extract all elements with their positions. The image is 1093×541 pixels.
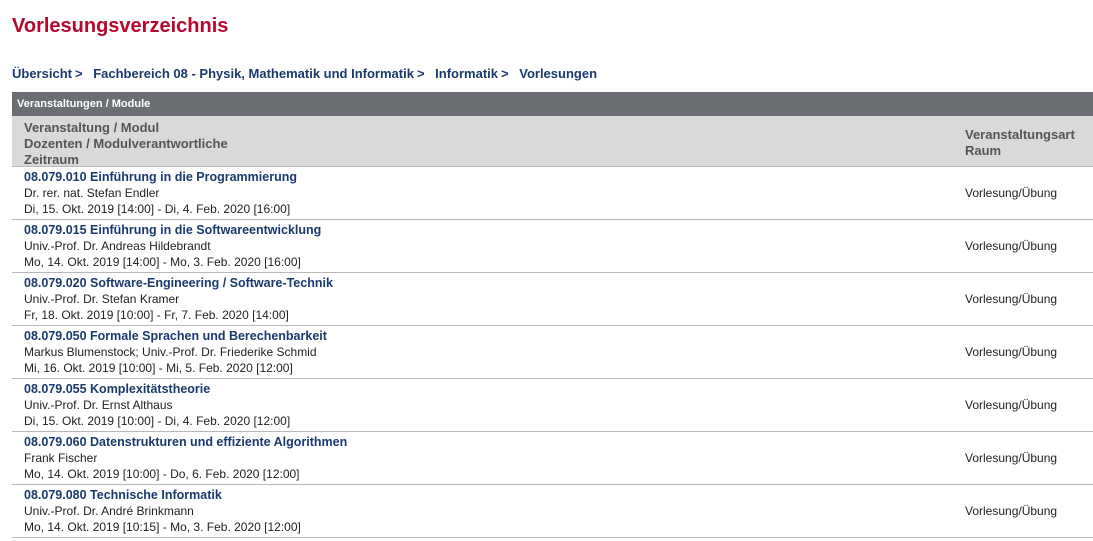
breadcrumb-separator: > — [501, 66, 509, 81]
course-lecturer: Univ.-Prof. Dr. Stefan Kramer — [24, 292, 180, 306]
column-header-right: Veranstaltungsart Raum — [965, 120, 1081, 166]
course-title-link[interactable]: 08.079.050 Formale Sprachen und Berechen… — [24, 328, 327, 344]
course-lecturer: Univ.-Prof. Dr. André Brinkmann — [24, 504, 194, 518]
course-title-link[interactable]: 08.079.015 Einführung in die Softwareent… — [24, 222, 321, 238]
course-lecturer: Univ.-Prof. Dr. Andreas Hildebrandt — [24, 239, 211, 253]
course-type: Vorlesung/Übung — [965, 345, 1058, 359]
course-lecturer: Markus Blumenstock; Univ.-Prof. Dr. Frie… — [24, 345, 317, 359]
breadcrumb-uebersicht[interactable]: Übersicht — [12, 66, 72, 81]
course-table: Veranstaltungen / Module Veranstaltung /… — [12, 92, 1093, 538]
column-header-period: Zeitraum — [24, 152, 79, 167]
course-type: Vorlesung/Übung — [965, 239, 1058, 253]
breadcrumb-vorlesungen[interactable]: Vorlesungen — [519, 66, 597, 81]
course-type: Vorlesung/Übung — [965, 398, 1058, 412]
column-header-lecturers: Dozenten / Modulverantwortliche — [24, 136, 228, 151]
course-period: Mo, 14. Okt. 2019 [10:15] - Mo, 3. Feb. … — [24, 520, 301, 534]
course-period: Mo, 14. Okt. 2019 [14:00] - Mo, 3. Feb. … — [24, 255, 301, 269]
breadcrumb-separator: > — [74, 66, 83, 81]
table-row: 08.079.080 Technische Informatik Univ.-Pr… — [12, 485, 1093, 538]
table-row: 08.079.020 Software-Engineering / Softwa… — [12, 273, 1093, 326]
breadcrumb: Übersicht > Fachbereich 08 - Physik, Math… — [12, 66, 597, 81]
breadcrumb-fachbereich[interactable]: Fachbereich 08 - Physik, Mathematik und … — [93, 66, 414, 81]
course-type: Vorlesung/Übung — [965, 504, 1058, 518]
breadcrumb-informatik[interactable]: Informatik — [435, 66, 498, 81]
page-title: Vorlesungsverzeichnis — [12, 15, 229, 37]
course-type: Vorlesung/Übung — [965, 451, 1058, 465]
course-period: Di, 15. Okt. 2019 [14:00] - Di, 4. Feb. … — [24, 202, 291, 216]
course-type: Vorlesung/Übung — [965, 186, 1058, 200]
course-lecturer: Dr. rer. nat. Stefan Endler — [24, 186, 160, 200]
table-row: 08.079.060 Datenstrukturen und effizient… — [12, 432, 1093, 485]
table-row: 08.079.010 Einführung in die Programmier… — [12, 167, 1093, 220]
column-header-type: Veranstaltungsart — [965, 127, 1075, 142]
column-header-room: Raum — [965, 143, 1002, 158]
course-title-link[interactable]: 08.079.060 Datenstrukturen und effizient… — [24, 434, 347, 450]
course-lecturer: Frank Fischer — [24, 451, 98, 465]
course-title-link[interactable]: 08.079.010 Einführung in die Programmier… — [24, 169, 297, 185]
course-lecturer: Univ.-Prof. Dr. Ernst Althaus — [24, 398, 173, 412]
column-header-course: Veranstaltung / Modul — [24, 120, 160, 135]
course-period: Mi, 16. Okt. 2019 [10:00] - Mi, 5. Feb. … — [24, 361, 293, 375]
course-period: Di, 15. Okt. 2019 [10:00] - Di, 4. Feb. … — [24, 414, 291, 428]
section-header: Veranstaltungen / Module — [12, 92, 1093, 116]
course-period: Fr, 18. Okt. 2019 [10:00] - Fr, 7. Feb. … — [24, 308, 289, 322]
course-period: Mo, 14. Okt. 2019 [10:00] - Do, 6. Feb. … — [24, 467, 300, 481]
course-title-link[interactable]: 08.079.080 Technische Informatik — [24, 487, 301, 503]
course-type: Vorlesung/Übung — [965, 292, 1058, 306]
course-title-link[interactable]: 08.079.020 Software-Engineering / Softwa… — [24, 275, 333, 291]
column-header-row: Veranstaltung / Modul Dozenten / Modulve… — [12, 116, 1093, 167]
column-header-left: Veranstaltung / Modul Dozenten / Modulve… — [24, 120, 228, 167]
course-title-link[interactable]: 08.079.055 Komplexitätstheorie — [24, 381, 290, 397]
breadcrumb-separator: > — [416, 66, 425, 81]
table-row: 08.079.050 Formale Sprachen und Berechen… — [12, 326, 1093, 379]
table-row: 08.079.015 Einführung in die Softwareent… — [12, 220, 1093, 273]
table-row: 08.079.055 Komplexitätstheorie Univ.-Prof… — [12, 379, 1093, 432]
